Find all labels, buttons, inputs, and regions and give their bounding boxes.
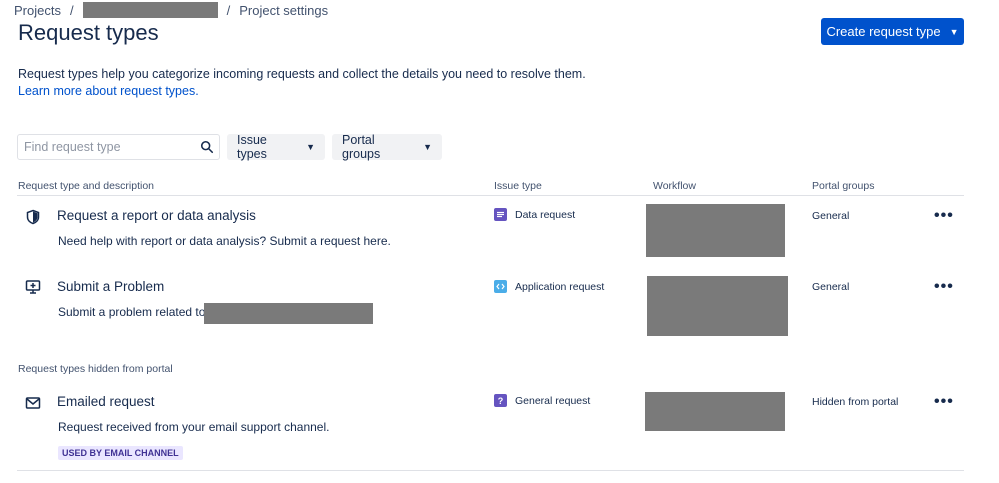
create-request-type-label: Create request type <box>826 24 941 39</box>
envelope-icon <box>25 397 41 409</box>
search-icon[interactable] <box>200 140 214 154</box>
portal-group-label: General <box>812 281 850 293</box>
question-icon: ? <box>494 394 507 407</box>
search-input[interactable] <box>18 135 188 159</box>
issue-type-cell: ? General request <box>494 394 590 407</box>
breadcrumb-projects[interactable]: Projects <box>14 3 61 18</box>
search-field[interactable] <box>17 134 220 160</box>
request-type-name[interactable]: Submit a Problem <box>57 279 164 294</box>
column-header-workflow: Workflow <box>653 180 696 192</box>
portal-groups-filter[interactable]: Portal groups ▼ <box>332 133 442 161</box>
portal-group-label: General <box>812 210 850 222</box>
more-actions-button[interactable]: ••• <box>934 208 954 224</box>
data-request-icon <box>494 208 507 221</box>
request-type-description: Request received from your email support… <box>58 420 330 434</box>
breadcrumb-separator: / <box>226 2 231 18</box>
request-type-description: Need help with report or data analysis? … <box>58 234 391 248</box>
issue-type-label: General request <box>515 394 591 407</box>
email-channel-lozenge: USED BY EMAIL CHANNEL <box>58 446 183 460</box>
breadcrumb-project-settings[interactable]: Project settings <box>239 3 328 18</box>
workflow-redacted <box>646 204 785 257</box>
breadcrumb-redacted-project[interactable] <box>82 2 218 18</box>
issue-type-cell: Application request <box>494 280 604 293</box>
breadcrumb: Projects / / Project settings <box>14 2 328 18</box>
hidden-section-label: Request types hidden from portal <box>18 363 173 375</box>
code-icon <box>494 280 507 293</box>
chevron-down-icon: ▼ <box>306 142 315 152</box>
more-actions-button[interactable]: ••• <box>934 279 954 295</box>
issue-type-label: Application request <box>515 280 605 293</box>
column-header-issue-type: Issue type <box>494 180 542 192</box>
issue-types-filter-label: Issue types <box>237 133 267 161</box>
more-actions-button[interactable]: ••• <box>934 394 954 410</box>
request-type-description: Submit a problem related to <box>58 305 206 319</box>
workflow-redacted <box>647 276 788 336</box>
page-title: Request types <box>18 20 159 45</box>
issue-type-cell: Data request <box>494 208 575 221</box>
monitor-plus-icon <box>25 280 41 294</box>
portal-groups-filter-label: Portal groups <box>342 133 381 161</box>
request-type-name[interactable]: Emailed request <box>57 394 155 409</box>
issue-type-label: Data request <box>515 208 576 221</box>
portal-group-label: Hidden from portal <box>812 396 899 408</box>
workflow-redacted <box>645 392 785 431</box>
table-bottom-divider <box>17 470 964 471</box>
create-request-type-button[interactable]: Create request type ▼ <box>821 18 964 45</box>
column-header-portal-groups: Portal groups <box>812 180 875 192</box>
breadcrumb-separator: / <box>69 2 74 18</box>
chevron-down-icon: ▼ <box>423 142 432 152</box>
description-redacted <box>204 303 373 324</box>
page-description: Request types help you categorize incomi… <box>18 67 586 81</box>
learn-more-link[interactable]: Learn more about request types. <box>18 84 199 98</box>
shield-icon <box>26 209 40 225</box>
column-header-request-type: Request type and description <box>18 180 155 192</box>
chevron-down-icon: ▼ <box>949 26 959 37</box>
request-type-name[interactable]: Request a report or data analysis <box>57 208 256 223</box>
header-divider <box>17 195 964 196</box>
issue-types-filter[interactable]: Issue types ▼ <box>227 133 325 161</box>
